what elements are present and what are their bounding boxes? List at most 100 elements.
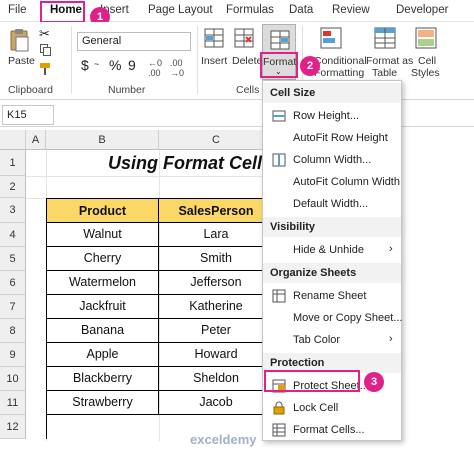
- table-cell-salesperson[interactable]: Katherine: [159, 295, 274, 319]
- insert-button[interactable]: Insert: [201, 55, 227, 67]
- table-cell-salesperson[interactable]: Smith: [159, 247, 274, 271]
- tab-file[interactable]: File: [8, 4, 27, 16]
- row-header-6[interactable]: 6: [0, 271, 26, 295]
- column-header-a[interactable]: A: [26, 130, 46, 150]
- conditional-formatting-label-2: Formatting: [314, 67, 365, 79]
- menu-label: Row Height...: [293, 110, 360, 122]
- menu-item-default-width[interactable]: Default Width...: [263, 193, 401, 215]
- header-salesperson[interactable]: SalesPerson: [159, 198, 274, 223]
- decrease-decimal-icon[interactable]: .00 →0: [170, 58, 184, 78]
- menu-item-lock-cell[interactable]: Lock Cell: [263, 397, 401, 419]
- format-as-table-icon[interactable]: [374, 27, 398, 49]
- menu-label: AutoFit Column Width: [293, 176, 400, 188]
- table-cell-salesperson[interactable]: Jefferson: [159, 271, 274, 295]
- format-cells-icon: [269, 29, 291, 51]
- copy-icon[interactable]: [40, 44, 52, 56]
- column-header-b[interactable]: B: [46, 130, 159, 150]
- table-cell-salesperson[interactable]: Sheldon: [159, 367, 274, 391]
- menu-label: AutoFit Row Height: [293, 132, 388, 144]
- row-header-9[interactable]: 9: [0, 343, 26, 367]
- table-cell-product[interactable]: Walnut: [46, 223, 159, 247]
- paste-button[interactable]: Paste: [8, 55, 35, 67]
- table-cell-salesperson[interactable]: Howard: [159, 343, 274, 367]
- row-header-2[interactable]: 2: [0, 176, 26, 198]
- table-cell-product[interactable]: Apple: [46, 343, 159, 367]
- increase-decimal-icon[interactable]: ←0.00: [148, 58, 162, 78]
- chevron-right-icon: ›: [389, 243, 393, 255]
- step-badge-2: 2: [300, 56, 320, 76]
- dropdown-icon[interactable]: ~: [94, 59, 99, 69]
- clipboard-group-label: Clipboard: [8, 84, 53, 96]
- comma-style-icon[interactable]: 9: [128, 57, 136, 73]
- insert-cells-icon[interactable]: [203, 27, 225, 49]
- conditional-formatting-icon[interactable]: [320, 27, 344, 49]
- menu-item-tab-color[interactable]: Tab Color ›: [263, 329, 401, 351]
- table-cell-product[interactable]: Strawberry: [46, 391, 159, 415]
- row-header-12[interactable]: 12: [0, 415, 26, 439]
- paste-icon[interactable]: [8, 28, 30, 52]
- tab-page-layout[interactable]: Page Layout: [148, 4, 213, 16]
- number-format-select[interactable]: General: [77, 32, 191, 51]
- rename-sheet-icon: [272, 289, 286, 303]
- ribbon: Paste ✂ Clipboard General $ ~ % 9 ←0.00 …: [0, 22, 474, 100]
- header-product[interactable]: Product: [46, 198, 159, 223]
- currency-icon[interactable]: $: [81, 57, 89, 73]
- row-header-5[interactable]: 5: [0, 247, 26, 271]
- format-cells-menu-icon: [272, 423, 286, 437]
- menu-label: Rename Sheet: [293, 290, 367, 302]
- menu-item-autofit-row[interactable]: AutoFit Row Height: [263, 127, 401, 149]
- menu-item-column-width[interactable]: Column Width...: [263, 149, 401, 171]
- table-cell-salesperson[interactable]: Peter: [159, 319, 274, 343]
- cell-styles-button[interactable]: Cell: [418, 55, 436, 67]
- menu-item-row-height[interactable]: Row Height...: [263, 105, 401, 127]
- format-as-table-label-2: Table: [372, 67, 398, 79]
- menu-item-rename-sheet[interactable]: Rename Sheet: [263, 285, 401, 307]
- row-header-3[interactable]: 3: [0, 198, 26, 223]
- table-cell-product[interactable]: Watermelon: [46, 271, 159, 295]
- table-cell-salesperson[interactable]: Lara: [159, 223, 274, 247]
- section-organize-sheets: Organize Sheets: [263, 263, 401, 283]
- name-box[interactable]: K15: [2, 105, 54, 125]
- tab-review[interactable]: Review: [332, 4, 370, 16]
- delete-button[interactable]: Delete: [232, 55, 262, 67]
- format-as-table-button[interactable]: Format as: [366, 55, 413, 67]
- table-cell-salesperson[interactable]: Jacob: [159, 391, 274, 415]
- delete-cells-icon[interactable]: [233, 27, 255, 49]
- table-cell-product[interactable]: Jackfruit: [46, 295, 159, 319]
- menu-label: Tab Color: [293, 334, 341, 346]
- menu-item-autofit-column[interactable]: AutoFit Column Width: [263, 171, 401, 193]
- cell-styles-label-2: Styles: [411, 67, 440, 79]
- cut-icon[interactable]: ✂: [39, 26, 50, 42]
- menu-item-move-copy[interactable]: Move or Copy Sheet...: [263, 307, 403, 329]
- table-cell-product[interactable]: Cherry: [46, 247, 159, 271]
- table-cell-product[interactable]: Banana: [46, 319, 159, 343]
- column-header-c[interactable]: C: [159, 130, 274, 150]
- percent-icon[interactable]: %: [109, 57, 121, 73]
- section-cell-size: Cell Size: [263, 83, 401, 103]
- row-header-7[interactable]: 7: [0, 295, 26, 319]
- tab-formulas[interactable]: Formulas: [226, 4, 274, 16]
- conditional-formatting-button[interactable]: Conditional: [314, 55, 367, 67]
- select-all-corner[interactable]: [0, 130, 26, 150]
- row-header-4[interactable]: 4: [0, 223, 26, 247]
- table-cell-product[interactable]: Blackberry: [46, 367, 159, 391]
- row-header-1[interactable]: 1: [0, 150, 26, 176]
- format-painter-icon[interactable]: [39, 62, 53, 76]
- row-header-10[interactable]: 10: [0, 367, 26, 391]
- row-header-11[interactable]: 11: [0, 391, 26, 415]
- tab-developer[interactable]: Developer: [396, 4, 448, 16]
- watermark-logo: exceldemy: [190, 432, 257, 447]
- row-header-8[interactable]: 8: [0, 319, 26, 343]
- chevron-right-icon: ›: [389, 333, 393, 345]
- number-format-value: General: [82, 35, 122, 47]
- format-button-highlight: [260, 52, 298, 78]
- menu-label: Move or Copy Sheet...: [293, 312, 403, 324]
- protect-sheet-highlight: [264, 370, 360, 392]
- cells-group-label: Cells: [236, 84, 260, 96]
- tab-data[interactable]: Data: [289, 4, 313, 16]
- menu-item-format-cells[interactable]: Format Cells...: [263, 419, 401, 441]
- cell-styles-icon[interactable]: [415, 27, 439, 49]
- section-visibility: Visibility: [263, 217, 401, 237]
- menu-label: Lock Cell: [293, 402, 339, 414]
- menu-item-hide-unhide[interactable]: Hide & Unhide ›: [263, 239, 401, 261]
